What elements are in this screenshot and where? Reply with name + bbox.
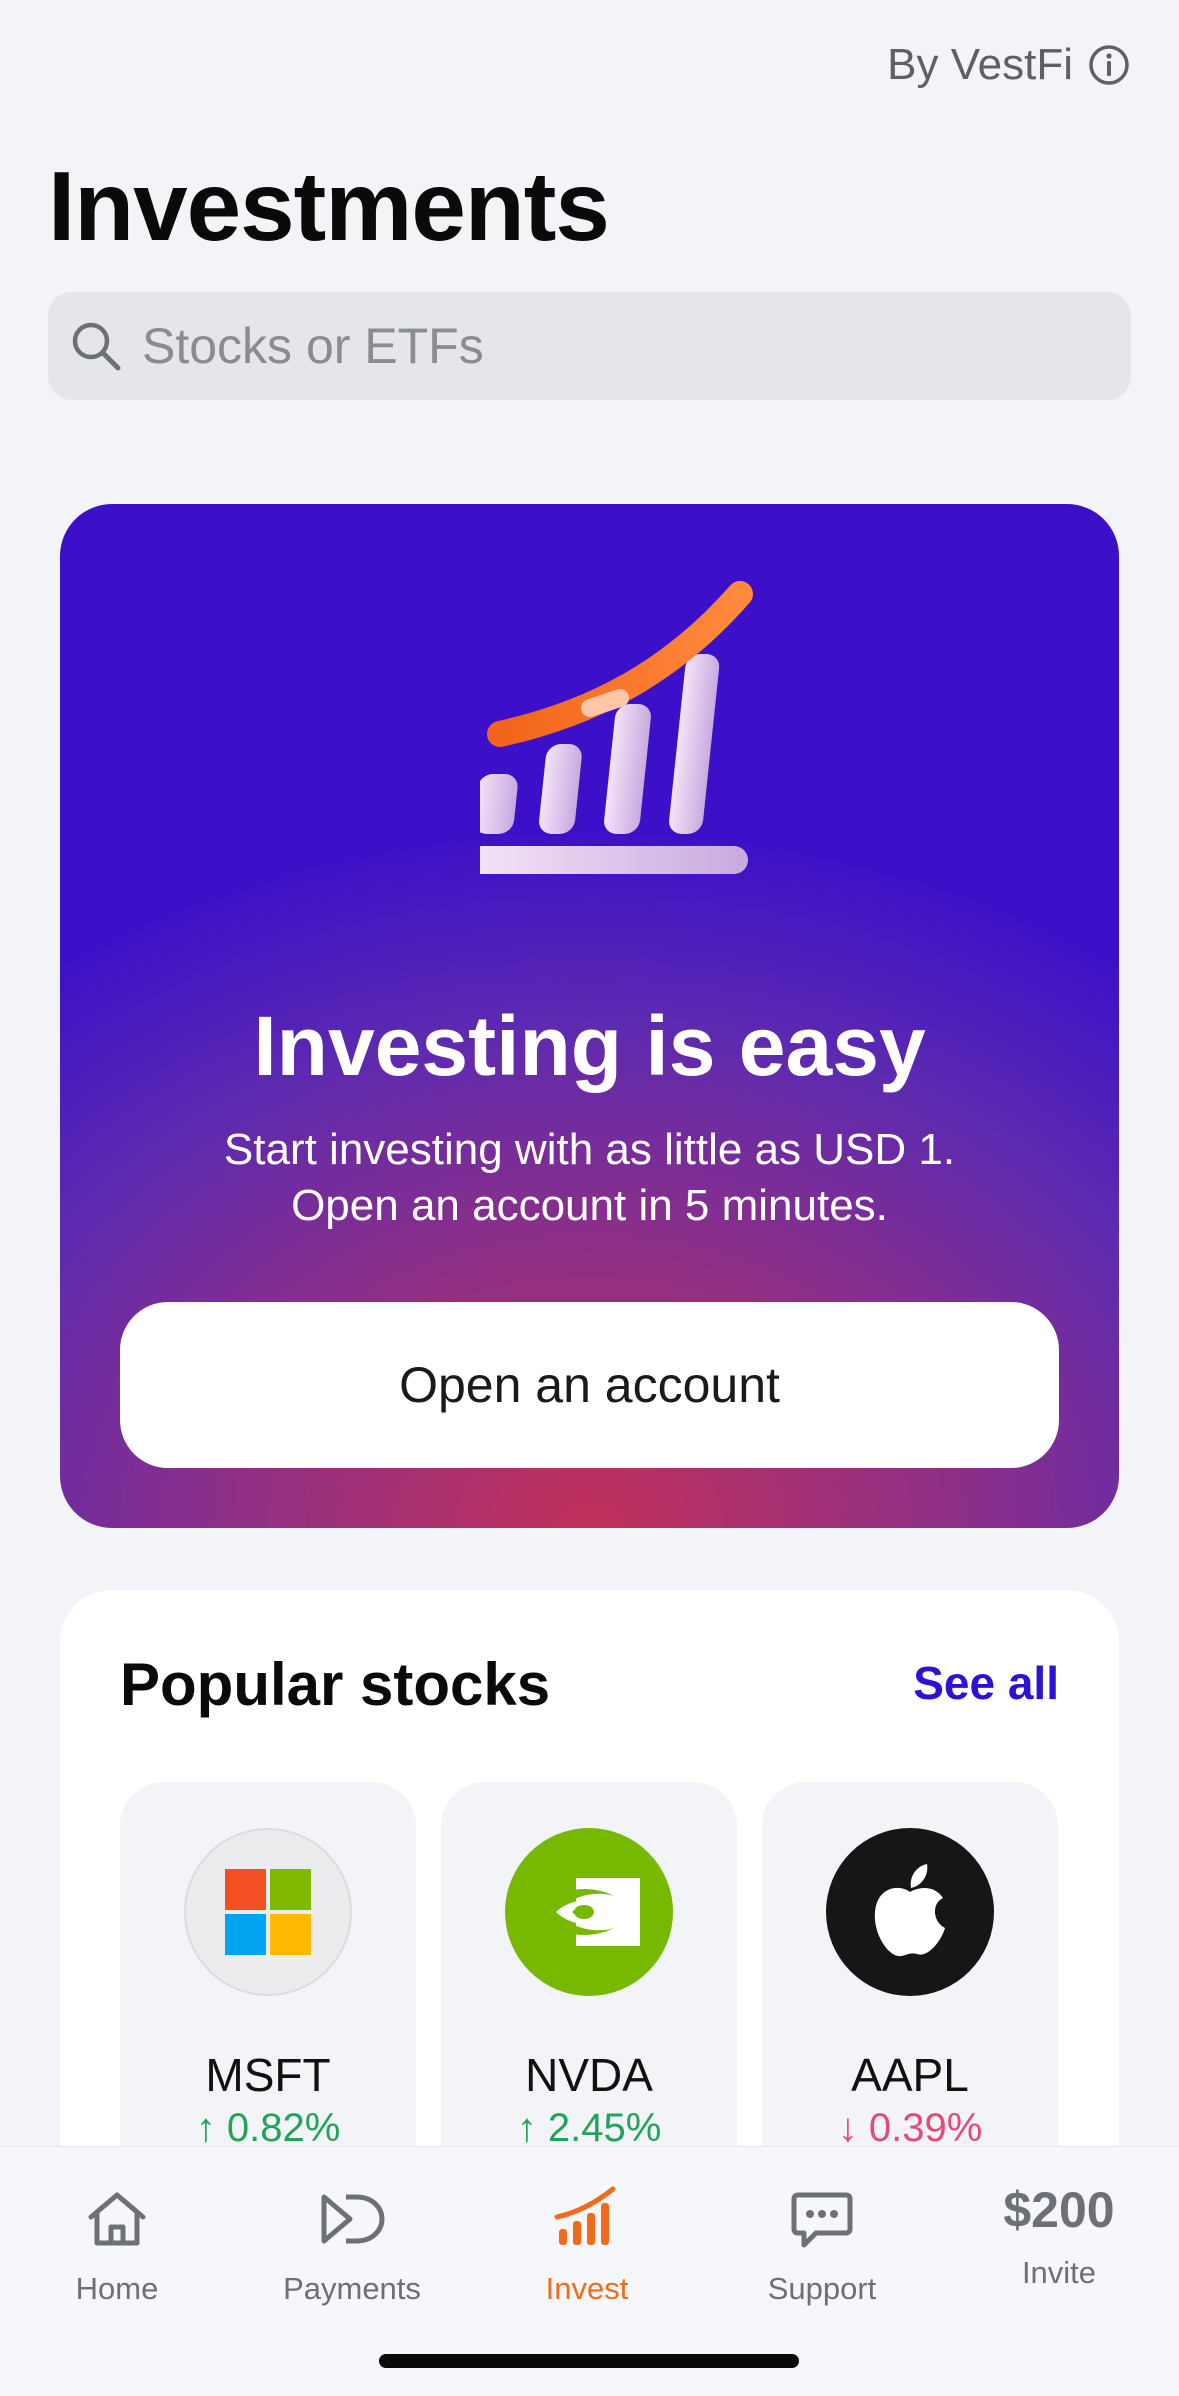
see-all-link[interactable]: See all: [913, 1656, 1059, 1710]
tab-label: Payments: [283, 2271, 421, 2306]
search-bar[interactable]: [48, 292, 1131, 400]
stock-symbol: MSFT: [205, 2049, 331, 2101]
promo-card: Investing is easy Start investing with a…: [60, 504, 1119, 1528]
popular-stocks-title: Popular stocks: [120, 1651, 551, 1718]
microsoft-logo: [184, 1828, 352, 1996]
tab-support[interactable]: Support: [722, 2167, 922, 2317]
tab-label: Invest: [545, 2271, 629, 2306]
tab-home[interactable]: Home: [17, 2167, 217, 2317]
stock-change: ↓ 0.39%: [837, 2106, 983, 2150]
tab-label: Support: [767, 2271, 877, 2306]
attribution-label: By VestFi: [887, 40, 1073, 89]
tab-invite[interactable]: $200 Invite: [959, 2167, 1159, 2317]
search-input[interactable]: [142, 317, 1042, 375]
chat-icon: [791, 2192, 853, 2248]
home-indicator: [379, 2354, 799, 2368]
open-account-button[interactable]: Open an account: [120, 1302, 1059, 1468]
apple-logo: [826, 1828, 994, 1996]
invest-icon: [554, 2186, 616, 2245]
nvidia-logo: [505, 1828, 673, 1996]
stock-symbol: NVDA: [525, 2049, 653, 2101]
promo-subtitle-line-1: Start investing with as little as USD 1.: [223, 1125, 956, 1174]
tab-payments[interactable]: Payments: [252, 2167, 452, 2317]
info-icon[interactable]: [1087, 43, 1131, 87]
tab-invest[interactable]: Invest: [487, 2167, 687, 2317]
promo-subtitle-line-2: Open an account in 5 minutes.: [291, 1181, 888, 1230]
home-icon: [88, 2192, 146, 2246]
investments-screen: By VestFi Investments Stocks or ETFs Inv…: [0, 0, 1179, 2396]
page-title: Investments: [48, 151, 610, 261]
tab-label: Home: [75, 2271, 159, 2306]
search-icon: [72, 322, 121, 371]
stock-symbol: AAPL: [851, 2049, 969, 2101]
promo-heading: Investing is easy: [253, 999, 926, 1093]
payments-icon: [321, 2194, 385, 2244]
tab-label: Invite: [1021, 2255, 1097, 2290]
stock-change: ↑ 2.45%: [516, 2106, 662, 2150]
stock-change: ↑ 0.82%: [195, 2106, 341, 2150]
growth-chart-illustration: [480, 581, 753, 874]
attribution[interactable]: By VestFi: [887, 40, 1131, 90]
invite-amount: $200: [1003, 2182, 1115, 2238]
